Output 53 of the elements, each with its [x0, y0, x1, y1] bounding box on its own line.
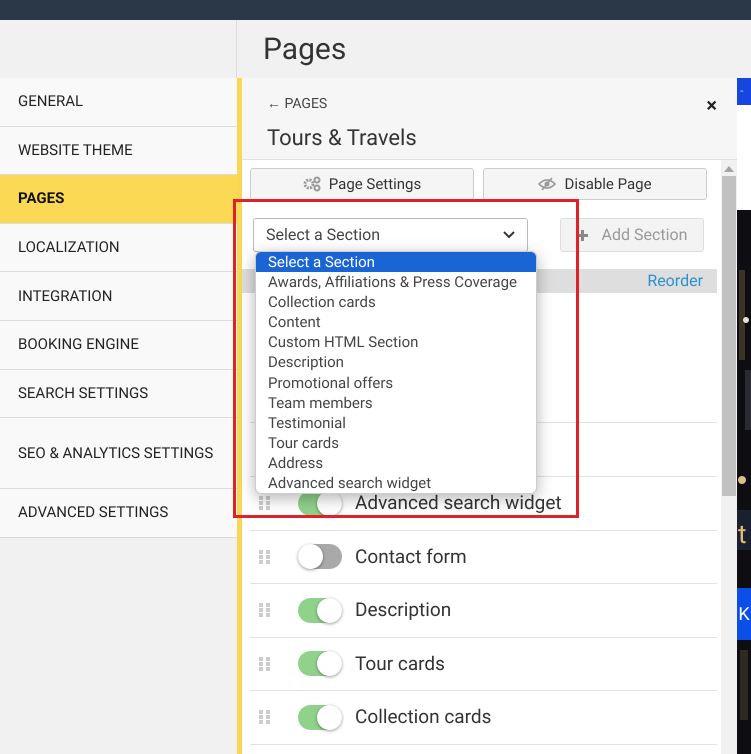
section-label: Advanced search widget — [355, 491, 562, 516]
drag-handle-icon[interactable] — [259, 603, 271, 618]
sidebar-item[interactable]: PAGES — [0, 175, 237, 224]
scroll-thumb[interactable] — [722, 176, 736, 496]
sidebar-item[interactable]: BOOKING ENGINE — [0, 320, 237, 370]
sidebar-item[interactable]: SEARCH SETTINGS — [0, 370, 237, 418]
dropdown-option[interactable]: Select a Section — [256, 252, 536, 272]
dropdown-option[interactable]: Tour cards — [256, 432, 536, 453]
sidebar-item[interactable]: GENERAL — [0, 78, 237, 127]
dropdown-option[interactable]: Team members — [256, 392, 536, 413]
toggle-switch[interactable] — [298, 598, 342, 623]
sidebar-item[interactable]: SEO & ANALYTICS SETTINGS — [0, 418, 237, 490]
sidebar-item[interactable]: INTEGRATION — [0, 272, 237, 321]
section-select[interactable]: Select a Section — [253, 218, 528, 252]
section-label: Collection cards — [355, 704, 492, 730]
section-label: Contact form — [355, 544, 467, 570]
plus-icon — [576, 230, 588, 240]
preview-text: K — [738, 602, 750, 626]
dropdown-option[interactable]: Content — [256, 312, 536, 332]
disable-page-button[interactable]: Disable Page — [483, 168, 707, 200]
back-link[interactable]: ← PAGES — [267, 94, 328, 115]
panel-title: Tours & Travels — [267, 125, 417, 153]
page-title: Pages — [263, 31, 346, 69]
dropdown-option[interactable]: Custom HTML Section — [256, 332, 536, 352]
dropdown-option[interactable]: Testimonial — [256, 412, 536, 433]
preview-text: - — [740, 83, 744, 101]
section-label: Tour cards — [355, 650, 445, 676]
eye-slash-icon — [538, 177, 556, 191]
dropdown-option[interactable]: Promotional offers — [256, 372, 536, 393]
sidebar-item[interactable]: LOCALIZATION — [0, 224, 237, 272]
dropdown-option[interactable]: Advanced search widget — [256, 473, 536, 494]
preview-button[interactable]: K — [737, 588, 751, 640]
drag-handle-icon[interactable] — [259, 656, 271, 671]
toggle-switch[interactable] — [298, 651, 342, 676]
gears-icon — [302, 176, 321, 192]
scrollbar[interactable] — [721, 160, 737, 754]
drag-handle-icon[interactable] — [259, 710, 271, 724]
chevron-down-icon — [503, 231, 515, 239]
drag-handle-icon[interactable] — [259, 496, 271, 510]
drag-handle-icon[interactable] — [259, 550, 271, 564]
page-settings-button[interactable]: Page Settings — [250, 168, 474, 200]
preview-text: t — [738, 522, 747, 548]
dropdown-option[interactable]: Collection cards — [256, 292, 536, 312]
toggle-switch[interactable] — [298, 544, 342, 570]
sidebar-item[interactable]: ADVANCED SETTINGS — [0, 489, 237, 538]
section-label: Description — [355, 597, 452, 623]
sidebar-item[interactable]: WEBSITE THEME — [0, 126, 237, 176]
dropdown-option[interactable]: Awards, Affiliations & Press Coverage — [256, 272, 536, 292]
dropdown-option[interactable]: Address — [256, 452, 536, 474]
scroll-up-arrow-icon[interactable] — [724, 165, 734, 173]
close-button[interactable]: × — [706, 90, 717, 120]
toggle-switch[interactable] — [298, 704, 342, 730]
dropdown-option[interactable]: Description — [256, 352, 536, 373]
